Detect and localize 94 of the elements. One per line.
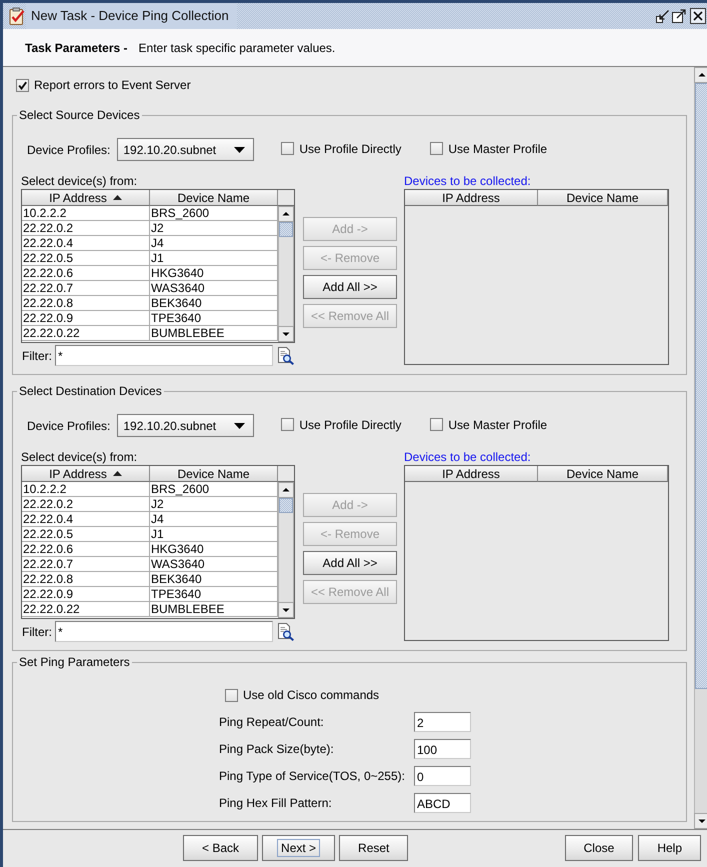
field-label: Ping Type of Service(TOS, 0~255):	[219, 768, 406, 785]
field-label: Ping Repeat/Count:	[219, 714, 325, 731]
checkbox[interactable]	[16, 78, 29, 92]
filter-field[interactable]: *	[55, 345, 273, 366]
expand-icon[interactable]	[672, 9, 686, 23]
section-title: Select Destination Devices	[18, 384, 163, 398]
table-cell: 10.2.2.2	[22, 482, 150, 497]
scrollbar-thumb[interactable]	[279, 222, 293, 237]
help-button[interactable]: Help	[638, 835, 701, 861]
scroll-up-icon[interactable]	[694, 67, 707, 83]
column-header[interactable]: Device Name	[150, 466, 278, 482]
scroll-up-icon[interactable]	[278, 206, 294, 222]
checkbox-label: Report errors to Event Server	[34, 78, 191, 92]
scrollbar-thumb[interactable]	[279, 498, 293, 513]
table-cell: 22.22.0.7	[22, 557, 150, 572]
checkbox-label: Use Master Profile	[448, 142, 548, 156]
column-header[interactable]: IP Address	[22, 190, 150, 206]
close-button[interactable]: Close	[564, 835, 634, 861]
input-field[interactable]: ABCD	[414, 793, 471, 813]
scroll-down-icon[interactable]	[694, 813, 707, 829]
table-cell: 22.22.0.2	[22, 497, 150, 512]
list-label: Select device(s) from:	[21, 174, 138, 188]
input-field[interactable]: 2	[414, 712, 471, 732]
table-cell: BRS_2600	[150, 206, 278, 221]
header-title: Task Parameters -	[25, 40, 128, 54]
filter-field[interactable]: *	[55, 621, 273, 642]
document-search-icon[interactable]	[277, 346, 294, 364]
table-cell: 22.22.0.22	[22, 326, 150, 341]
checkbox-label: Use Profile Directly	[299, 418, 402, 432]
header-description: Enter task specific parameter values.	[138, 40, 336, 54]
field-label: Device Profiles:	[27, 418, 110, 432]
caret-icon	[234, 146, 246, 152]
profile-dropdown[interactable]: 192.10.20.subnet	[117, 414, 254, 437]
column-header[interactable]: IP Address	[405, 190, 538, 206]
input-field[interactable]: 100	[414, 739, 471, 759]
field-label: Device Profiles:	[27, 142, 110, 156]
field-label: Ping Pack Size(byte):	[219, 741, 335, 758]
table-cell: 22.22.0.9	[22, 311, 150, 326]
table-cell: 22.22.0.6	[22, 542, 150, 557]
checkbox-label: Use Master Profile	[448, 418, 548, 432]
table-cell: 22.22.0.5	[22, 251, 150, 266]
table-cell: 10.2.2.2	[22, 206, 150, 221]
checkbox[interactable]	[225, 688, 238, 702]
table-cell: 22.22.0.6	[22, 266, 150, 281]
column-header[interactable]: Device Name	[150, 190, 278, 206]
checkbox[interactable]	[281, 418, 294, 432]
add-all-button[interactable]: Add All >>	[303, 551, 397, 575]
checkbox-label: Use old Cisco commands	[243, 688, 380, 702]
table-cell: BRS_2600	[150, 482, 278, 497]
column-header[interactable]: Device Name	[538, 190, 668, 206]
table-cell: 22.22.0.7	[22, 281, 150, 296]
filter-label: Filter:	[21, 624, 53, 638]
checkbox-label: Use Profile Directly	[299, 142, 402, 156]
caret-icon	[234, 422, 246, 428]
column-header[interactable]: Device Name	[538, 466, 668, 482]
table-cell: 22.22.0.22	[22, 602, 150, 617]
list-label: Select device(s) from:	[21, 450, 138, 464]
clipboard-check-icon	[8, 7, 26, 25]
checkbox[interactable]	[430, 142, 444, 156]
filter-label: Filter:	[21, 348, 53, 362]
table-cell: 22.22.0.8	[22, 296, 150, 311]
next-button[interactable]: Next >	[262, 835, 336, 861]
scroll-down-icon[interactable]	[278, 602, 294, 618]
add-all-button[interactable]: Add All >>	[303, 275, 397, 299]
sort-arrow-icon	[112, 471, 122, 476]
window-title: New Task - Device Ping Collection	[26, 3, 237, 29]
scrollbar-thumb[interactable]	[695, 83, 707, 689]
checkbox[interactable]	[430, 418, 444, 432]
document-search-icon[interactable]	[277, 622, 294, 640]
field-label: Ping Hex Fill Pattern:	[219, 795, 333, 812]
table-cell: 22.22.0.4	[22, 236, 150, 251]
input-field[interactable]: 0	[414, 766, 471, 786]
arrow-box-icon[interactable]	[656, 9, 670, 23]
table-cell: 22.22.0.5	[22, 527, 150, 542]
section-title: Select Source Devices	[18, 108, 141, 122]
list-label: Devices to be collected:	[404, 450, 532, 464]
header-corner	[278, 190, 294, 206]
scroll-up-icon[interactable]	[278, 482, 294, 498]
profile-dropdown[interactable]: 192.10.20.subnet	[117, 138, 254, 161]
scroll-down-icon[interactable]	[278, 326, 294, 342]
column-header[interactable]: IP Address	[22, 466, 150, 482]
table-cell: 22.22.0.2	[22, 221, 150, 236]
sort-arrow-icon	[112, 195, 122, 200]
table-cell: 22.22.0.8	[22, 572, 150, 587]
header-corner	[278, 466, 294, 482]
column-header[interactable]: IP Address	[405, 466, 538, 482]
list-label: Devices to be collected:	[404, 174, 532, 188]
back-button[interactable]: < Back	[183, 835, 258, 861]
section-title: Set Ping Parameters	[18, 655, 131, 669]
reset-button[interactable]: Reset	[339, 835, 408, 861]
table-cell: 22.22.0.9	[22, 587, 150, 602]
table-cell: 22.22.0.4	[22, 512, 150, 527]
close-icon[interactable]	[690, 8, 706, 24]
checkbox[interactable]	[281, 142, 294, 156]
